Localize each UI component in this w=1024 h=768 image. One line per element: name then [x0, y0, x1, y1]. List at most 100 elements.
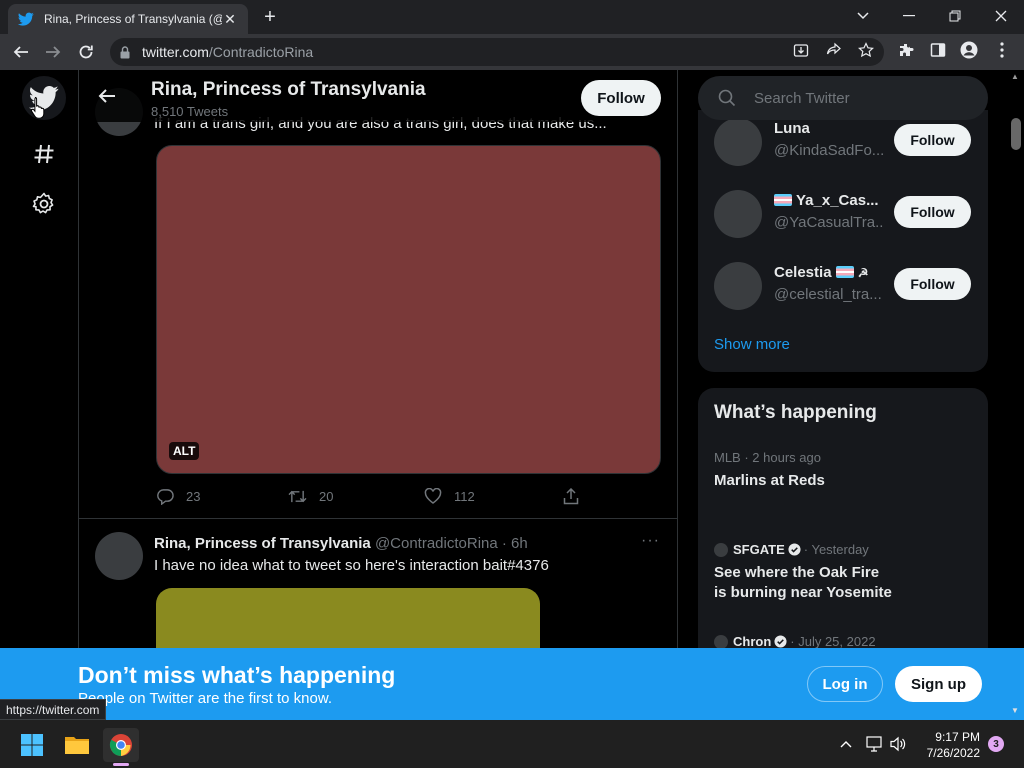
- install-app-icon[interactable]: [791, 40, 811, 60]
- taskbar: 9:17 PM 7/26/2022 3: [0, 720, 1024, 768]
- browser-tab[interactable]: Rina, Princess of Transylvania (@C ✕: [8, 4, 248, 34]
- new-tab-icon[interactable]: +: [258, 6, 282, 28]
- link-status-bubble: https://twitter.com: [0, 699, 107, 720]
- signup-button[interactable]: Sign up: [895, 666, 982, 702]
- alt-badge[interactable]: ALT: [169, 442, 200, 460]
- profile-icon[interactable]: [959, 40, 979, 60]
- trend-title: See where the Oak Fire is burning near Y…: [714, 564, 892, 601]
- tweet-avatar[interactable]: [95, 532, 143, 580]
- scroll-down-arrow-icon[interactable]: ▼: [1011, 706, 1019, 715]
- close-window-icon[interactable]: [979, 4, 1023, 28]
- suggestion-name-text: Ya_x_Cas...: [796, 192, 879, 209]
- main-timeline: Rina, Princess of Transylvania 8,510 Twe…: [78, 70, 678, 720]
- show-more-link[interactable]: Show more: [714, 336, 790, 353]
- suggestion-follow-button[interactable]: Follow: [894, 196, 971, 228]
- retweet-button[interactable]: 20: [288, 488, 333, 505]
- trend-time: · July 25, 2022: [790, 634, 876, 649]
- tab-title: Rina, Princess of Transylvania (@C: [44, 12, 222, 26]
- banner-subtext: People on Twitter are the first to know.: [78, 690, 333, 707]
- verified-badge-icon: [788, 543, 801, 556]
- scroll-up-arrow-icon[interactable]: ▲: [1011, 72, 1019, 81]
- windows-start-icon[interactable]: [14, 728, 50, 762]
- twitter-page: Rina, Princess of Transylvania 8,510 Twe…: [0, 70, 1024, 720]
- login-button[interactable]: Log in: [807, 666, 883, 702]
- trend-item[interactable]: MLB · 2 hours ago Marlins at Reds: [714, 450, 974, 491]
- banner-headline: Don’t miss what’s happening: [78, 662, 396, 688]
- suggestion-name[interactable]: Celestia ☭: [774, 264, 868, 281]
- trend-meta: SFGATE · Yesterday: [714, 542, 974, 557]
- tab-search-chevron-icon[interactable]: [841, 4, 885, 28]
- tweet-count: 8,510 Tweets: [151, 104, 229, 119]
- reply-icon: [157, 489, 174, 505]
- address-bar[interactable]: twitter.com/ContradictoRina: [110, 38, 884, 66]
- trend-item[interactable]: Chron · July 25, 2022: [714, 634, 974, 649]
- search-bar[interactable]: [698, 76, 988, 120]
- settings-gear-icon[interactable]: [22, 182, 66, 226]
- follow-button[interactable]: Follow: [581, 80, 661, 116]
- trend-source: SFGATE: [733, 542, 785, 557]
- share-tweet-icon: [563, 488, 579, 505]
- tweet-author[interactable]: Rina, Princess of Transylvania @Contradi…: [154, 535, 528, 552]
- more-options-icon[interactable]: ···: [641, 532, 660, 550]
- follow-suggestion[interactable]: Celestia ☭ @celestial_tra... Follow: [714, 258, 972, 312]
- search-input[interactable]: [754, 89, 974, 107]
- suggestion-handle: @celestial_tra...: [774, 286, 882, 303]
- extensions-puzzle-icon[interactable]: [896, 40, 916, 60]
- browser-menu-icon[interactable]: [992, 40, 1012, 60]
- minimize-icon[interactable]: [887, 4, 931, 28]
- system-clock[interactable]: 9:17 PM 7/26/2022: [918, 729, 980, 761]
- reply-count: 23: [186, 489, 201, 504]
- explore-hashtag-icon[interactable]: [22, 132, 66, 176]
- suggestion-avatar[interactable]: [714, 190, 762, 238]
- show-hidden-icons-chevron-icon[interactable]: [836, 734, 856, 754]
- lock-icon[interactable]: [120, 45, 136, 59]
- suggestion-name[interactable]: Ya_x_Cas...: [774, 192, 879, 209]
- volume-icon[interactable]: [888, 734, 908, 754]
- chrome-taskbar-icon[interactable]: [103, 728, 139, 762]
- suggestion-name-text: Celestia: [774, 264, 832, 281]
- search-icon: [718, 89, 736, 107]
- heart-icon: [424, 488, 442, 504]
- tweet-media-image[interactable]: ALT: [156, 145, 661, 474]
- who-to-follow-card: Luna @KindaSadFo... Follow Ya_x_Cas... @…: [698, 110, 988, 372]
- suggestion-name[interactable]: Luna: [774, 120, 810, 137]
- share-tweet-button[interactable]: [563, 488, 591, 505]
- url-path: /ContradictoRina: [208, 44, 314, 60]
- active-app-indicator: [113, 763, 129, 766]
- back-icon[interactable]: [8, 39, 34, 65]
- file-explorer-icon[interactable]: [59, 728, 95, 762]
- suggestion-follow-button[interactable]: Follow: [894, 124, 971, 156]
- follow-suggestion[interactable]: Ya_x_Cas... @YaCasualTra... Follow: [714, 186, 972, 240]
- reload-icon[interactable]: [73, 39, 99, 65]
- back-arrow-icon[interactable]: [93, 82, 121, 110]
- suggestion-follow-button[interactable]: Follow: [894, 268, 971, 300]
- profile-name: Rina, Princess of Transylvania: [151, 79, 426, 100]
- source-avatar: [714, 634, 728, 649]
- like-button[interactable]: 112: [424, 488, 475, 504]
- tab-close-icon[interactable]: ✕: [222, 11, 238, 28]
- follow-suggestion[interactable]: Luna @KindaSadFo... Follow: [714, 114, 972, 168]
- side-panel-icon[interactable]: [928, 40, 948, 60]
- right-sidebar: Luna @KindaSadFo... Follow Ya_x_Cas... @…: [698, 70, 988, 720]
- reply-button[interactable]: 23: [157, 488, 200, 505]
- scrollbar-thumb[interactable]: [1011, 118, 1021, 150]
- hammer-sickle-icon: ☭: [857, 266, 869, 280]
- notification-badge[interactable]: 3: [988, 736, 1004, 752]
- network-icon[interactable]: [864, 734, 884, 754]
- tweet-text: I have no idea what to tweet so here's i…: [154, 557, 549, 574]
- restore-icon[interactable]: [933, 4, 977, 28]
- clock-time: 9:17 PM: [935, 730, 980, 744]
- bookmark-star-icon[interactable]: [856, 40, 876, 60]
- suggestion-avatar[interactable]: [714, 118, 762, 166]
- verified-badge-icon: [774, 635, 787, 648]
- clock-date: 7/26/2022: [926, 746, 980, 760]
- author-handle-time[interactable]: @ContradictoRina · 6h: [375, 535, 528, 552]
- browser-toolbar: twitter.com/ContradictoRina: [0, 34, 1024, 70]
- forward-icon[interactable]: [40, 39, 66, 65]
- author-name[interactable]: Rina, Princess of Transylvania: [154, 535, 371, 552]
- trans-flag-icon: [774, 194, 792, 206]
- suggestion-avatar[interactable]: [714, 262, 762, 310]
- trend-item[interactable]: SFGATE · Yesterday See where the Oak Fir…: [714, 542, 974, 603]
- share-icon[interactable]: [824, 40, 844, 60]
- page-scrollbar[interactable]: [1008, 70, 1024, 720]
